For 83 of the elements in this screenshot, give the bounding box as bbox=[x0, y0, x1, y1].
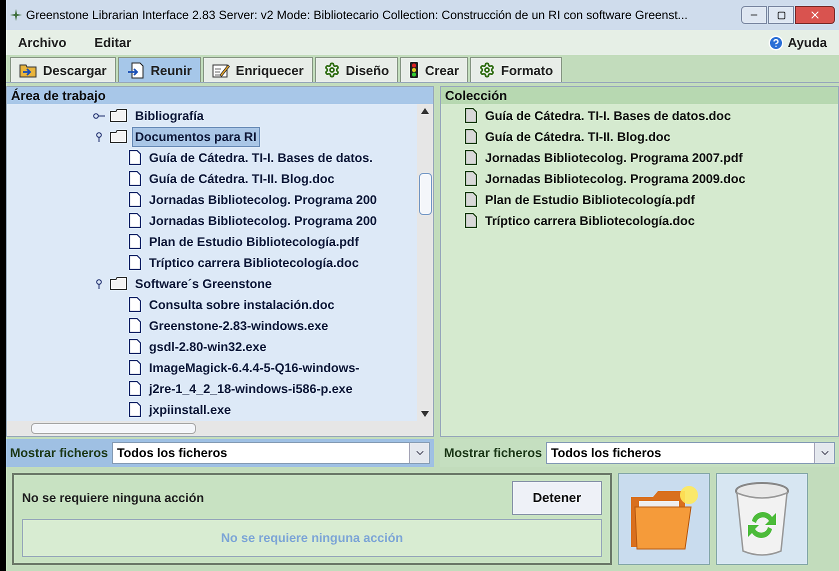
close-button[interactable] bbox=[795, 6, 835, 24]
tab[interactable]: Reunir bbox=[118, 57, 201, 82]
file-label[interactable]: Plan de Estudio Bibliotecología.pdf bbox=[146, 232, 362, 252]
tab[interactable]: Crear bbox=[400, 57, 468, 82]
file-label[interactable]: j2re-1_4_2_18-windows-i586-p.exe bbox=[146, 378, 356, 399]
document-icon bbox=[465, 150, 477, 166]
document-icon bbox=[465, 213, 477, 228]
app-logo-icon bbox=[10, 9, 22, 22]
folder-label[interactable]: Bibliografía bbox=[132, 106, 207, 126]
gear-icon bbox=[324, 62, 340, 78]
tab[interactable]: Diseño bbox=[314, 57, 398, 82]
file-label[interactable]: Guía de Cátedra. TI-I. Bases de datos.doc bbox=[483, 106, 733, 126]
open-folder-button[interactable] bbox=[618, 473, 710, 565]
document-icon bbox=[129, 339, 141, 354]
folder-arrow-icon bbox=[19, 62, 37, 78]
recycle-bin-button[interactable] bbox=[716, 473, 808, 565]
tab[interactable]: Enriquecer bbox=[202, 57, 313, 82]
folder-label[interactable]: Documentos para RI bbox=[132, 126, 260, 147]
scroll-thumb[interactable] bbox=[418, 173, 432, 216]
tab[interactable]: Formato bbox=[470, 57, 562, 82]
document-icon bbox=[129, 297, 141, 312]
menu-item[interactable]: Editar bbox=[94, 32, 132, 52]
file-label[interactable]: gsdl-2.80-win32.exe bbox=[146, 336, 270, 357]
traffic-light-icon bbox=[409, 62, 420, 78]
document-icon bbox=[129, 171, 141, 186]
file-label[interactable]: Tríptico carrera Bibliotecología.doc bbox=[146, 252, 362, 273]
help-menu-item[interactable]: Ayuda bbox=[788, 32, 827, 52]
close-icon bbox=[809, 9, 821, 22]
file-filter-dropdown[interactable]: Todos los ficheros bbox=[546, 442, 835, 464]
document-icon bbox=[465, 171, 477, 186]
document-icon bbox=[129, 150, 141, 166]
file-label[interactable]: Guía de Cátedra. TI-II. Blog.doc bbox=[483, 128, 672, 146]
scroll-up-arrow-icon[interactable] bbox=[421, 108, 429, 114]
file-label[interactable]: Guía de Cátedra. TI-II. Blog.doc bbox=[146, 168, 338, 189]
document-icon bbox=[129, 318, 141, 334]
scroll-thumb[interactable] bbox=[31, 423, 196, 434]
file-label[interactable]: Jornadas Bibliotecolog. Programa 2009.doc bbox=[483, 170, 748, 188]
document-icon bbox=[465, 108, 477, 124]
folder-icon bbox=[110, 130, 127, 144]
horizontal-scrollbar[interactable] bbox=[7, 421, 433, 436]
file-label[interactable]: jxpiinstall.exe bbox=[146, 400, 234, 420]
file-label[interactable]: Greenstone-2.83-windows.exe bbox=[146, 316, 332, 336]
panel-heading: Área de trabajo bbox=[7, 87, 433, 104]
maximize-icon bbox=[776, 10, 786, 20]
file-label[interactable]: Jornadas Bibliotecolog. Programa 2007.pdf bbox=[483, 148, 745, 168]
folder-icon bbox=[110, 277, 127, 290]
maximize-button[interactable] bbox=[768, 6, 794, 24]
document-icon bbox=[129, 402, 141, 418]
help-icon[interactable] bbox=[768, 34, 784, 51]
filter-label: Mostrar ficheros bbox=[444, 444, 542, 462]
recycle-bin-icon bbox=[732, 481, 792, 557]
file-label[interactable]: Guía de Cátedra. TI-I. Bases de datos. bbox=[146, 148, 376, 168]
scroll-down-arrow-icon[interactable] bbox=[421, 411, 429, 417]
file-label[interactable]: ImageMagick-6.4.4-5-Q16-windows- bbox=[146, 358, 362, 378]
filter-label: Mostrar ficheros bbox=[10, 444, 108, 462]
stop-button[interactable]: Detener bbox=[512, 481, 602, 515]
document-icon bbox=[465, 129, 477, 144]
document-icon bbox=[129, 360, 141, 376]
folder-icon bbox=[110, 109, 127, 122]
collapsed-handle-icon[interactable] bbox=[93, 110, 105, 121]
progress-bar: No se requiere ninguna acción bbox=[22, 519, 602, 557]
document-icon bbox=[129, 234, 141, 250]
file-label[interactable]: Consulta sobre instalación.doc bbox=[146, 294, 338, 315]
window-title: Greenstone Librarian Interface 2.83 Server: v2 Mode: Bibliotecario Collection: Construcción de un RI con software Greenst... bbox=[26, 7, 689, 24]
document-icon bbox=[129, 213, 141, 228]
document-icon bbox=[129, 255, 141, 270]
menu-item[interactable]: Archivo bbox=[18, 32, 66, 52]
document-arrow-icon bbox=[126, 62, 145, 79]
tab[interactable]: Descargar bbox=[10, 57, 116, 82]
status-message: No se requiere ninguna acción bbox=[22, 490, 204, 507]
vertical-scrollbar[interactable] bbox=[417, 104, 433, 421]
panel-heading: Colección bbox=[441, 87, 838, 104]
file-label[interactable]: Plan de Estudio Bibliotecología.pdf bbox=[483, 190, 697, 210]
gear-icon bbox=[479, 62, 496, 78]
file-label[interactable]: Jornadas Bibliotecolog. Programa 200 bbox=[146, 190, 380, 210]
file-label[interactable]: Tríptico carrera Bibliotecología.doc bbox=[483, 212, 697, 230]
document-icon bbox=[129, 381, 141, 396]
pencil-form-icon bbox=[212, 62, 230, 78]
file-label[interactable]: Jornadas Bibliotecolog. Programa 200 bbox=[146, 210, 380, 231]
folder-label[interactable]: Software´s Greenstone bbox=[132, 274, 275, 294]
document-icon bbox=[129, 192, 141, 208]
document-icon bbox=[465, 192, 477, 208]
file-filter-dropdown[interactable]: Todos los ficheros bbox=[112, 442, 430, 464]
